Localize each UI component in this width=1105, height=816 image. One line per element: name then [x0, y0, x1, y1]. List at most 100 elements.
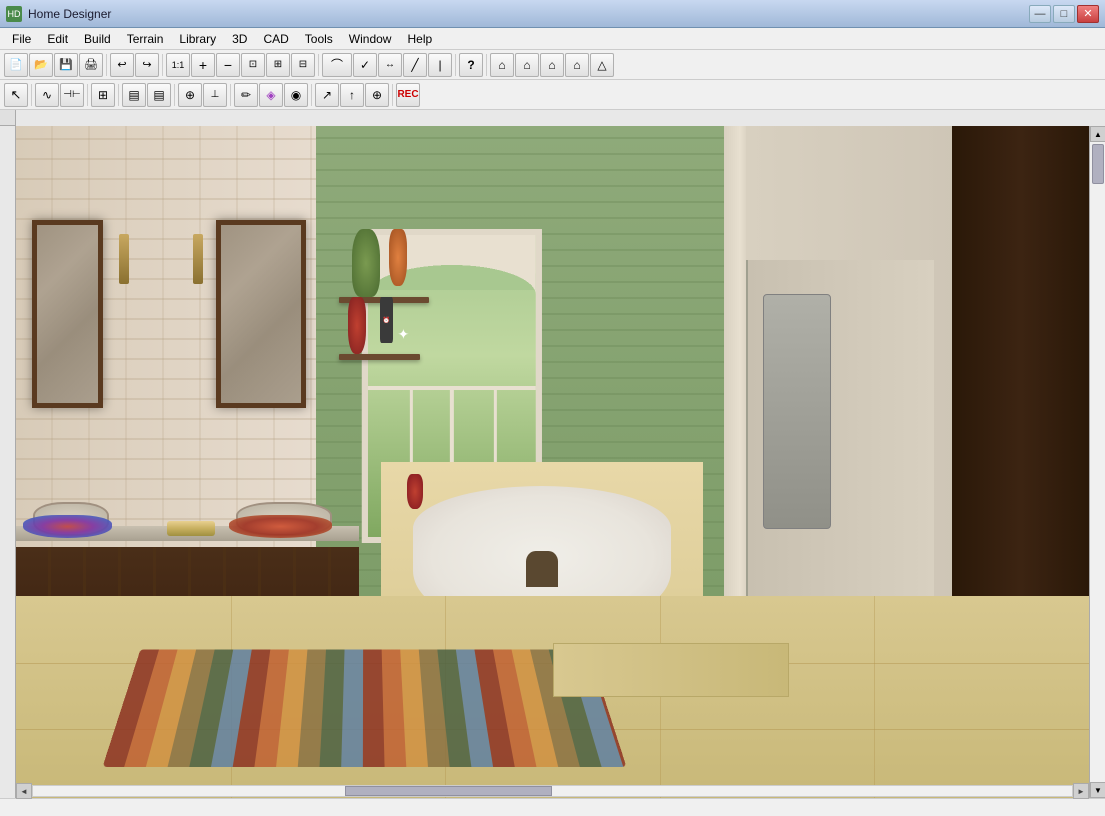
- line-button[interactable]: ╱: [403, 53, 427, 77]
- shelf-item-2: [389, 229, 407, 286]
- arrow-up-tool[interactable]: ↑: [340, 83, 364, 107]
- move-tool[interactable]: ⊕: [365, 83, 389, 107]
- undo-button[interactable]: ↩: [110, 53, 134, 77]
- toolbar-separator4: [455, 54, 456, 76]
- mirror-reflection: [37, 225, 98, 403]
- menu-file[interactable]: File: [4, 30, 39, 48]
- menu-cad[interactable]: CAD: [255, 30, 296, 48]
- redo-button[interactable]: ↪: [135, 53, 159, 77]
- dimension-button[interactable]: ↔: [378, 53, 402, 77]
- zoom-window-button[interactable]: ⊞: [266, 53, 290, 77]
- record-button[interactable]: REC: [396, 83, 420, 107]
- toolbar2-sep5: [230, 84, 231, 106]
- 3d-viewport[interactable]: ⏰ ✦: [16, 126, 1089, 798]
- toolbar2-sep7: [392, 84, 393, 106]
- menu-edit[interactable]: Edit: [39, 30, 76, 48]
- dimension-tool2[interactable]: ⊥: [203, 83, 227, 107]
- shelf-2: [339, 354, 420, 360]
- sconce-left-1: [119, 234, 129, 284]
- minimize-button[interactable]: —: [1029, 5, 1051, 23]
- arc-button[interactable]: ⌒: [322, 53, 352, 77]
- open-button[interactable]: 📂: [29, 53, 53, 77]
- menu-bar: File Edit Build Terrain Library 3D CAD T…: [0, 28, 1105, 50]
- vase-on-tub: [407, 474, 423, 509]
- new-button[interactable]: 📄: [4, 53, 28, 77]
- shelf-item-1: [352, 229, 379, 298]
- h-scroll-track[interactable]: [32, 785, 1073, 797]
- close-button[interactable]: ✕: [1077, 5, 1099, 23]
- save-button[interactable]: 💾: [54, 53, 78, 77]
- toolbar2-sep3: [118, 84, 119, 106]
- toolbar2-sep6: [311, 84, 312, 106]
- floor-tile-v4: [874, 596, 875, 798]
- h-scroll-thumb[interactable]: [345, 786, 553, 796]
- zoom-real-size[interactable]: 1:1: [166, 53, 190, 77]
- toolbar2-sep1: [31, 84, 32, 106]
- menu-tools[interactable]: Tools: [297, 30, 341, 48]
- texture-tool[interactable]: ◉: [284, 83, 308, 107]
- toolbar2-sep2: [87, 84, 88, 106]
- vertical-ruler: [0, 126, 16, 798]
- zoom-fit-button[interactable]: ⊡: [241, 53, 265, 77]
- water-heater: [763, 294, 832, 529]
- toolbar-separator1: [106, 54, 107, 76]
- shelf-item-3: [348, 297, 366, 354]
- maximize-button[interactable]: □: [1053, 5, 1075, 23]
- pipe-button[interactable]: |: [428, 53, 452, 77]
- scroll-track[interactable]: [1090, 142, 1105, 782]
- toolbar2-sep4: [174, 84, 175, 106]
- scroll-down-button[interactable]: ▼: [1090, 782, 1105, 798]
- bathtub-faucet: [526, 551, 558, 586]
- shelf-item-4: ⏰: [380, 297, 394, 343]
- roof-view[interactable]: △: [590, 53, 614, 77]
- wardrobe-door: [952, 126, 1089, 610]
- house-view4[interactable]: ⌂: [565, 53, 589, 77]
- check-button[interactable]: ✓: [353, 53, 377, 77]
- menu-window[interactable]: Window: [341, 30, 400, 48]
- menu-build[interactable]: Build: [76, 30, 119, 48]
- towel-stack: [167, 521, 215, 536]
- spline-tool[interactable]: ∿: [35, 83, 59, 107]
- menu-library[interactable]: Library: [171, 30, 224, 48]
- house-view1[interactable]: ⌂: [490, 53, 514, 77]
- app-icon: HD: [6, 6, 22, 22]
- grid-toggle[interactable]: ⊞: [91, 83, 115, 107]
- toolbar2: ↖ ∿ ⊣⊢ ⊞ ▤ ▤ ⊕ ⊥ ✏ ◈ ◉ ↗ ↑ ⊕ REC: [0, 80, 1105, 110]
- scroll-thumb[interactable]: [1092, 144, 1104, 184]
- house-view3[interactable]: ⌂: [540, 53, 564, 77]
- zoom-out-button[interactable]: −: [216, 53, 240, 77]
- help-button[interactable]: ?: [459, 53, 483, 77]
- railing-tool[interactable]: ⊣⊢: [60, 83, 84, 107]
- zoom-in-button[interactable]: +: [191, 53, 215, 77]
- menu-3d[interactable]: 3D: [224, 30, 255, 48]
- cabinet-tool2[interactable]: ▤: [147, 83, 171, 107]
- menu-terrain[interactable]: Terrain: [119, 30, 172, 48]
- app-title: Home Designer: [28, 7, 1029, 21]
- toolbar1: 📄 📂 💾 🖨 ↩ ↪ 1:1 + − ⊡ ⊞ ⊟ ⌒ ✓ ↔ ╱ | ? ⌂ …: [0, 50, 1105, 80]
- title-bar: HD Home Designer — □ ✕: [0, 0, 1105, 28]
- toolbar-separator2: [162, 54, 163, 76]
- pencil-tool[interactable]: ✏: [234, 83, 258, 107]
- select-tool[interactable]: ↖: [4, 83, 28, 107]
- print-button[interactable]: 🖨: [79, 53, 103, 77]
- viewport-container[interactable]: ⏰ ✦: [16, 126, 1089, 798]
- mirror-left: [32, 220, 103, 408]
- scroll-right-button[interactable]: ►: [1073, 783, 1089, 799]
- pointer-tool[interactable]: ↗: [315, 83, 339, 107]
- floor-tile-v3: [660, 596, 661, 798]
- house-view2[interactable]: ⌂: [515, 53, 539, 77]
- status-bar: ◄ ►: [0, 798, 1105, 816]
- cabinet-tool[interactable]: ▤: [122, 83, 146, 107]
- decorative-bowl-left: [23, 515, 112, 538]
- paint-tool[interactable]: ◈: [259, 83, 283, 107]
- toolbar-separator3: [318, 54, 319, 76]
- horizontal-ruler: [16, 110, 1105, 126]
- snap-toggle[interactable]: ⊕: [178, 83, 202, 107]
- floor-rug: [103, 650, 627, 768]
- select-objects[interactable]: ⊟: [291, 53, 315, 77]
- mirror-reflection-2: [221, 225, 301, 403]
- mirror-right: [216, 220, 306, 408]
- scroll-up-button[interactable]: ▲: [1090, 126, 1105, 142]
- scroll-left-button[interactable]: ◄: [16, 783, 32, 799]
- menu-help[interactable]: Help: [399, 30, 440, 48]
